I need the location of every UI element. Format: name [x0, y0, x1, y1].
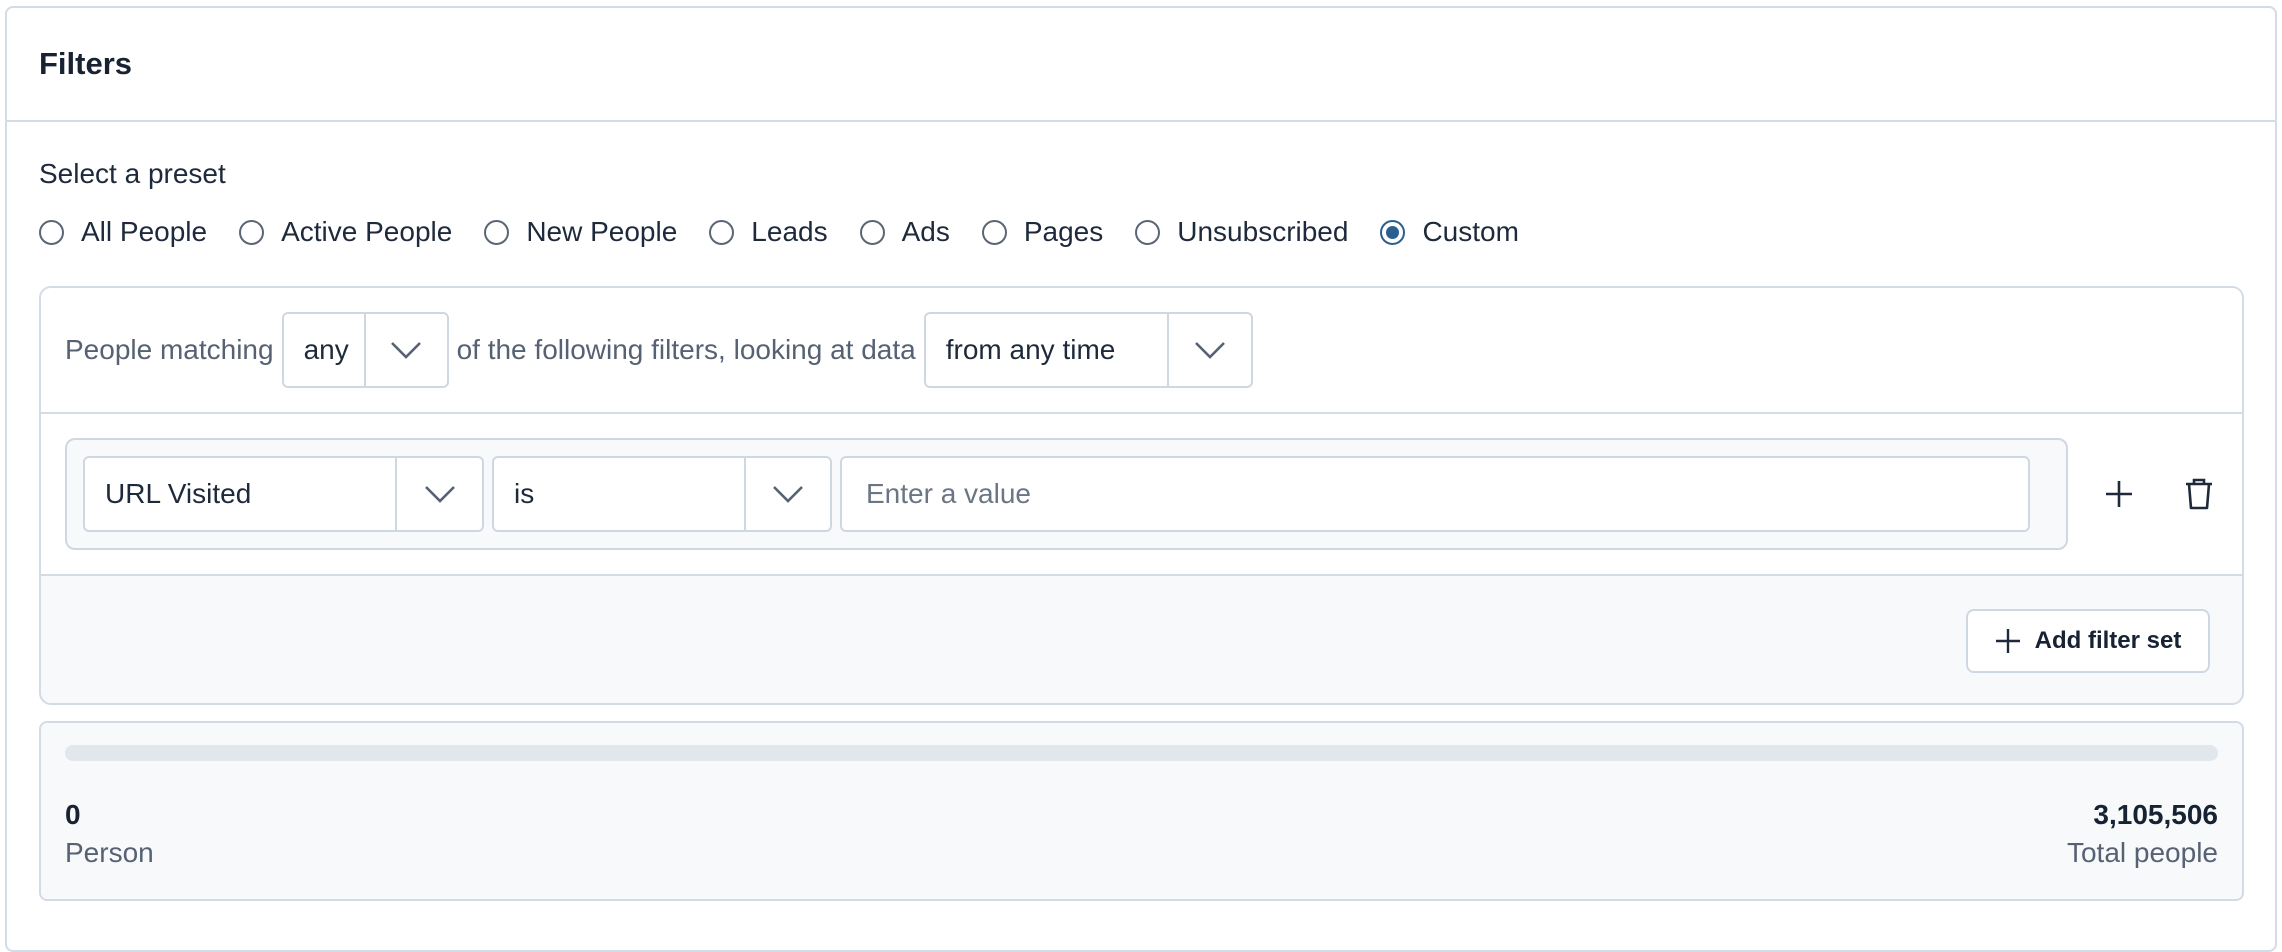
preset-option-label: Pages [1023, 216, 1104, 247]
matched-label: Person [65, 837, 154, 868]
total-stat: 3,105,506 Total people [2067, 797, 2218, 873]
preset-option-label: Custom [1422, 216, 1519, 247]
filter-set: URL Visited is [41, 414, 2242, 576]
preset-option-new-people[interactable]: New People [484, 216, 677, 248]
audience-progress-bar [65, 745, 2218, 761]
plus-icon [1995, 628, 2020, 653]
filter-rule: URL Visited is [65, 438, 2068, 550]
radio-button[interactable] [1135, 219, 1161, 245]
preset-option-leads[interactable]: Leads [709, 216, 828, 248]
add-rule-button[interactable] [2093, 468, 2145, 520]
total-count: 3,105,506 [2093, 799, 2218, 830]
total-label: Total people [2066, 837, 2218, 868]
preset-option-pages[interactable]: Pages [981, 216, 1104, 248]
match-prefix-text: People matching [65, 334, 274, 365]
field-select[interactable]: URL Visited [83, 456, 484, 532]
chevron-down-icon [395, 458, 482, 530]
match-middle-text: of the following filters, looking at dat… [456, 334, 916, 365]
radio-button[interactable] [859, 219, 885, 245]
radio-button[interactable] [981, 219, 1007, 245]
match-row: People matching any of the following fil… [41, 288, 2242, 414]
add-filter-set-button[interactable]: Add filter set [1966, 608, 2210, 673]
preset-label: Select a preset [39, 158, 226, 189]
preset-option-active-people[interactable]: Active People [239, 216, 452, 248]
panel-title: Filters [39, 46, 133, 81]
radio-button[interactable] [39, 219, 64, 245]
match-mode-select[interactable]: any [281, 312, 449, 388]
radio-button[interactable] [239, 219, 265, 245]
add-filter-set-row: Add filter set [41, 576, 2242, 703]
filter-value-input[interactable] [840, 456, 2030, 532]
field-value: URL Visited [105, 478, 252, 509]
add-filter-set-label: Add filter set [2034, 626, 2182, 654]
radio-button-selected[interactable] [1380, 219, 1406, 245]
timeframe-select[interactable]: from any time [923, 312, 1253, 388]
preset-option-label: New People [526, 216, 678, 247]
matched-count: 0 [65, 799, 81, 830]
trash-icon [2186, 478, 2212, 510]
audience-summary: 0 Person 3,105,506 Total people [39, 721, 2244, 901]
preset-option-label: Unsubscribed [1177, 216, 1349, 247]
radio-button[interactable] [709, 219, 735, 245]
preset-option-unsubscribed[interactable]: Unsubscribed [1135, 216, 1348, 248]
preset-option-label: All People [81, 216, 208, 247]
matched-stat: 0 Person [65, 797, 154, 873]
preset-option-label: Ads [901, 216, 950, 247]
filters-panel: Filters Select a preset All People Activ… [5, 6, 2277, 952]
match-mode-value: any [303, 334, 349, 365]
timeframe-value: from any time [945, 334, 1116, 365]
preset-option-label: Active People [281, 216, 453, 247]
delete-rule-button[interactable] [2173, 468, 2225, 520]
panel-body: Select a preset All People Active People… [7, 122, 2275, 901]
preset-option-all-people[interactable]: All People [39, 216, 207, 248]
filter-builder: People matching any of the following fil… [39, 286, 2244, 705]
chevron-down-icon [363, 314, 447, 386]
preset-radio-group: All People Active People New People Lead… [39, 214, 2243, 250]
chevron-down-icon [744, 458, 830, 530]
preset-option-custom[interactable]: Custom [1380, 216, 1519, 248]
plus-icon [2106, 481, 2132, 507]
preset-option-label: Leads [751, 216, 828, 247]
operator-value: is [514, 478, 535, 509]
preset-option-ads[interactable]: Ads [859, 216, 950, 248]
radio-button[interactable] [484, 219, 510, 245]
operator-select[interactable]: is [492, 456, 832, 532]
chevron-down-icon [1166, 314, 1251, 386]
panel-header: Filters [7, 8, 2275, 122]
